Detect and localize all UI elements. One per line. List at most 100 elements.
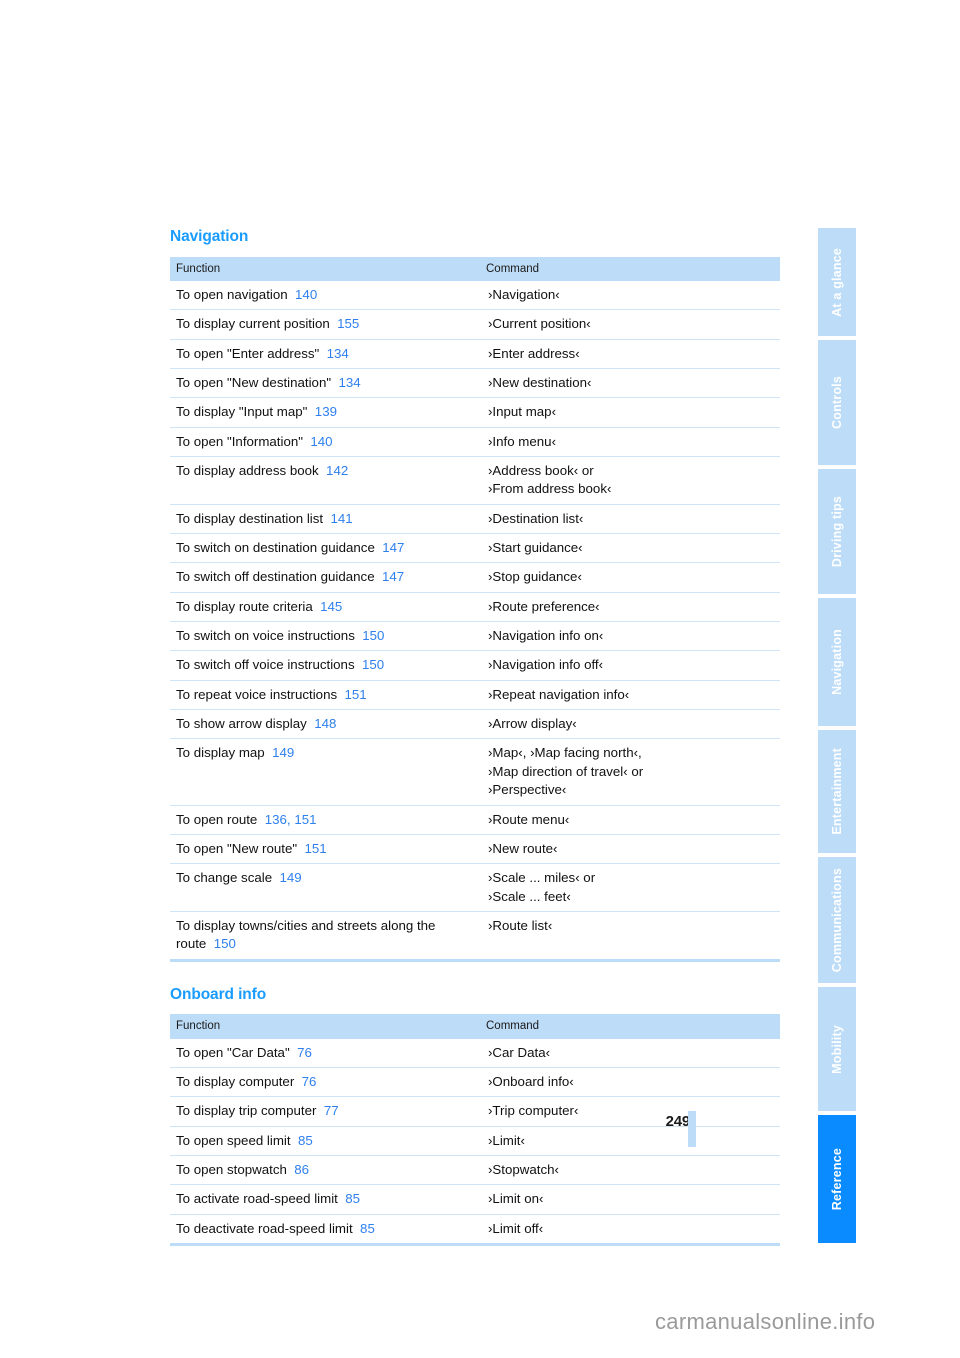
page-reference[interactable]: 77	[324, 1103, 339, 1118]
function-label: To switch on voice instructions	[176, 628, 355, 644]
command-label: ›Route preference‹	[488, 598, 600, 614]
table-row: To open "New route" 151 ›New route‹	[170, 834, 780, 865]
command-label: ›Navigation info on‹	[488, 628, 604, 644]
tab-label: Mobility	[829, 1024, 844, 1074]
function-cell: To display map 149	[170, 738, 480, 806]
manual-page: Navigation Function Command To open navigat…	[0, 0, 960, 1358]
command-label: ›New route‹	[488, 840, 558, 856]
page-reference[interactable]: 85	[360, 1221, 375, 1236]
tab-label: Reference	[829, 1147, 844, 1211]
command-label: ›Enter address‹	[488, 345, 580, 361]
page-reference[interactable]: 149	[272, 745, 294, 760]
tab-entertainment[interactable]: Entertainment	[818, 730, 856, 853]
function-label: To open "New destination"	[176, 375, 332, 390]
tab-mobility[interactable]: Mobility	[818, 987, 856, 1111]
page-reference[interactable]: 140	[310, 434, 332, 449]
table-bottom-rule	[170, 1242, 780, 1246]
function-label: To display "Input map"	[176, 404, 308, 420]
table-row: To open route 136, 151 ›Route menu‹	[170, 805, 780, 835]
function-cell: To switch on destination guidance 147	[170, 533, 480, 564]
page-reference[interactable]: 86	[294, 1162, 309, 1177]
tab-at-a-glance[interactable]: At a glance	[818, 228, 856, 336]
function-cell: To open "New destination" 134	[170, 368, 480, 399]
command-cell: ›Navigation info on‹	[480, 621, 780, 652]
tab-label: Navigation	[829, 629, 844, 695]
function-label: To activate road-speed limit	[176, 1191, 338, 1207]
function-cell: To display destination list 141	[170, 504, 480, 535]
tab-controls[interactable]: Controls	[818, 340, 856, 465]
page-reference[interactable]: 149	[280, 870, 302, 885]
function-cell: To open "New route" 151	[170, 834, 480, 865]
table-row: To open navigation 140 ›Navigation‹	[170, 280, 780, 311]
page-reference[interactable]: 150	[362, 657, 384, 672]
function-cell: To display route criteria 145	[170, 592, 480, 623]
table-row: To display computer 76 ›Onboard info‹	[170, 1067, 780, 1098]
page-reference[interactable]: 85	[345, 1191, 360, 1206]
command-cell: ›Map‹, ›Map facing north‹, ›Map directio…	[480, 738, 780, 806]
command-cell: ›Input map‹	[480, 397, 780, 428]
page-reference[interactable]: 139	[315, 404, 337, 419]
tab-driving-tips[interactable]: Driving tips	[818, 469, 856, 594]
command-label: ›Limit on‹	[488, 1191, 544, 1207]
function-cell: To switch off voice instructions 150	[170, 650, 480, 681]
page-reference[interactable]: 134	[327, 346, 349, 361]
function-label: To display route criteria	[176, 598, 313, 614]
table-row: To display route criteria 145 ›Route pref…	[170, 592, 780, 623]
page-reference[interactable]: 136	[265, 812, 287, 827]
command-label: ›Car Data‹	[488, 1044, 551, 1060]
page-reference[interactable]: 76	[302, 1074, 317, 1089]
page-reference[interactable]: 150	[214, 936, 236, 951]
page-marker-bar	[688, 1111, 696, 1147]
command-label: ›Stop guidance‹	[488, 569, 582, 585]
function-label: To open navigation	[176, 286, 288, 302]
table-row: To repeat voice instructions 151 ›Repeat …	[170, 680, 780, 711]
page-reference[interactable]: 151	[304, 841, 326, 856]
command-label: ›Address book‹ or ›From address book‹	[488, 463, 612, 497]
function-cell: To repeat voice instructions 151	[170, 680, 480, 711]
table-row: To open stopwatch 86 ›Stopwatch‹	[170, 1155, 780, 1186]
function-label: To change scale	[176, 870, 273, 886]
page-reference[interactable]: 155	[337, 316, 359, 331]
function-label: To show arrow display	[176, 716, 307, 732]
function-cell: To open navigation 140	[170, 280, 480, 311]
page-reference[interactable]: 147	[382, 569, 404, 584]
table-row: To switch off voice instructions 150 ›Nav…	[170, 650, 780, 681]
function-cell: To activate road-speed limit 85	[170, 1184, 480, 1215]
page-reference[interactable]: 150	[362, 628, 384, 643]
command-cell: ›Repeat navigation info‹	[480, 680, 780, 711]
tab-communications[interactable]: Communications	[818, 857, 856, 983]
page-number: 249	[665, 1113, 691, 1130]
table-header-row: Function Command	[170, 256, 780, 281]
command-cell: ›Onboard info‹	[480, 1067, 780, 1098]
table-row: To display current position 155 ›Current …	[170, 309, 780, 340]
page-reference[interactable]: 151	[294, 812, 316, 827]
page-ref-separator: ,	[286, 811, 291, 827]
page-reference[interactable]: 145	[320, 599, 342, 614]
page-reference[interactable]: 85	[298, 1133, 313, 1148]
command-label: ›Scale ... miles‹ or ›Scale ... feet‹	[488, 870, 596, 904]
table-row: To open "Car Data" 76 ›Car Data‹	[170, 1038, 780, 1068]
page-reference[interactable]: 147	[382, 540, 404, 555]
tab-label: Entertainment	[829, 748, 844, 835]
page-reference[interactable]: 148	[314, 716, 336, 731]
page-reference[interactable]: 141	[330, 511, 352, 526]
table-row: To display towns/cities and streets alon…	[170, 911, 780, 958]
table-row: To display "Input map" 139 ›Input map‹	[170, 397, 780, 428]
page-reference[interactable]: 140	[295, 287, 317, 302]
function-label: To display destination list	[176, 510, 324, 526]
function-cell: To switch off destination guidance 147	[170, 562, 480, 593]
page-reference[interactable]: 76	[297, 1045, 312, 1060]
command-table: Function Command To open navigation 140 ›Na…	[170, 256, 780, 959]
command-cell: ›Navigation‹	[480, 280, 780, 311]
tab-navigation[interactable]: Navigation	[818, 598, 856, 726]
function-label: To deactivate road-speed limit	[176, 1220, 353, 1236]
function-label: To open "New route"	[176, 840, 298, 856]
command-cell: ›Current position‹	[480, 309, 780, 340]
tab-reference[interactable]: Reference	[818, 1115, 856, 1243]
function-cell: To display "Input map" 139	[170, 397, 480, 428]
page-reference[interactable]: 134	[338, 375, 360, 390]
page-reference[interactable]: 151	[345, 687, 367, 702]
watermark: carmanualsonline.info	[655, 1309, 876, 1334]
page-reference[interactable]: 142	[326, 463, 348, 478]
command-cell: ›Destination list‹	[480, 504, 780, 535]
